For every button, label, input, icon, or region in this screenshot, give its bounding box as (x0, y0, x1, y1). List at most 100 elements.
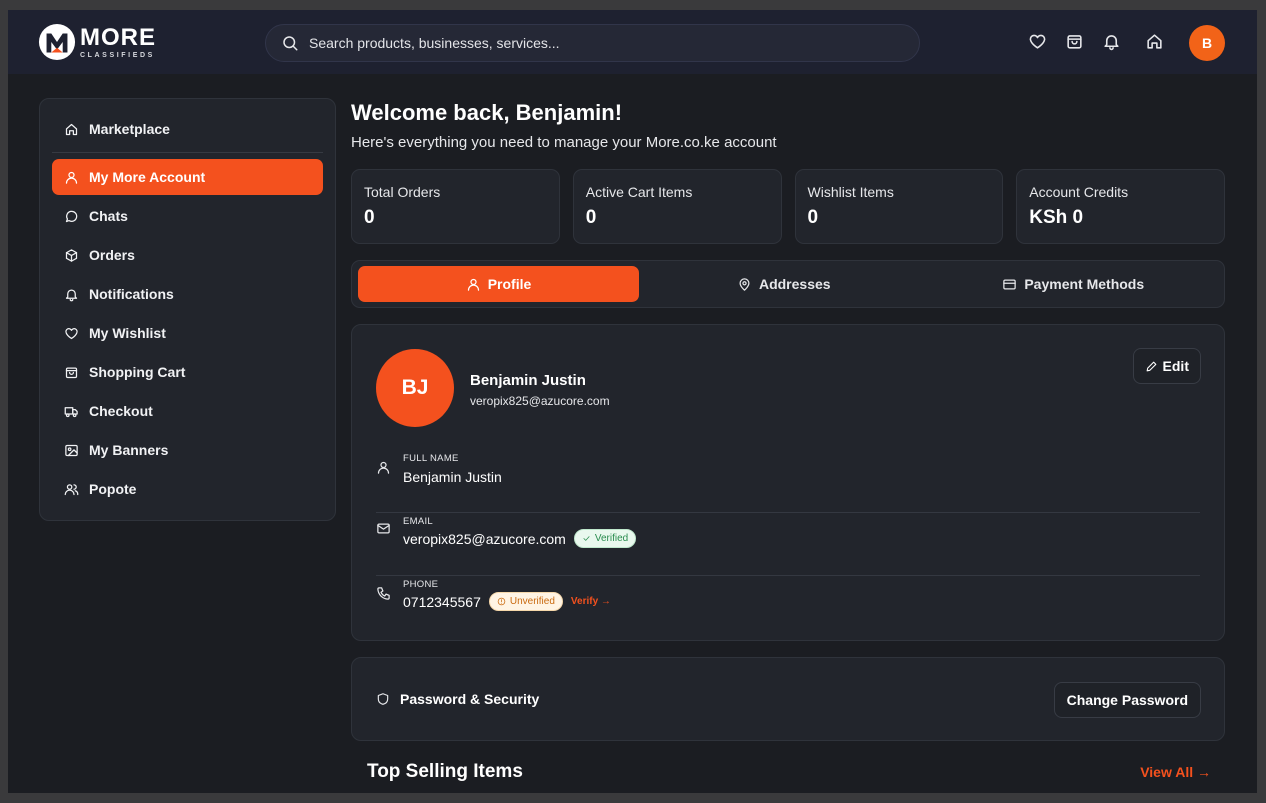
sidebar-item-marketplace[interactable]: Marketplace (52, 111, 323, 147)
sidebar-item-my-more-account[interactable]: My More Account (52, 159, 323, 195)
user-avatar-button[interactable]: B (1189, 25, 1225, 61)
stat-label: Wishlist Items (807, 184, 894, 200)
tab-label: Profile (487, 276, 532, 292)
sidebar-item-my-wishlist[interactable]: My Wishlist (52, 315, 323, 351)
credit-card-icon (1003, 279, 1017, 289)
notifications-button[interactable] (1102, 32, 1121, 51)
sidebar-item-label: My Wishlist (89, 325, 166, 341)
verified-badge: Verified (573, 529, 637, 548)
user-icon (467, 278, 479, 291)
profile-avatar: BJ (376, 349, 454, 427)
stat-label: Account Credits (1029, 184, 1129, 200)
stat-card-total-orders: Total Orders 0 (351, 169, 560, 244)
tab-payment-methods[interactable]: Payment Methods (929, 266, 1219, 302)
page-title: Welcome back, Benjamin! (351, 100, 623, 125)
field-email: EMAIL veropix825@azucore.com Verified (376, 513, 1200, 576)
field-label: FULL NAME (403, 453, 459, 464)
stat-value: 0 (585, 207, 597, 228)
wishlist-button[interactable] (1028, 32, 1047, 51)
pencil-icon (1146, 361, 1156, 371)
alert-circle-icon (497, 597, 506, 606)
unverified-badge: Unverified (488, 592, 563, 611)
view-all-link[interactable]: View All → (1140, 764, 1211, 780)
tab-profile[interactable]: Profile (358, 266, 639, 302)
sidebar-item-shopping-cart[interactable]: Shopping Cart (52, 354, 323, 390)
edit-profile-button[interactable]: Edit (1132, 348, 1201, 384)
chat-icon (65, 210, 78, 222)
sidebar-divider (52, 152, 323, 153)
stat-card-wishlist-items: Wishlist Items 0 (794, 169, 1004, 244)
top-bar: MORE CLASSIFIEDS B (8, 10, 1257, 74)
tab-addresses[interactable]: Addresses (639, 266, 929, 302)
email-value: veropix825@azucore.com (403, 530, 566, 547)
stats-row: Total Orders 0 Active Cart Items 0 Wishl… (351, 169, 1225, 244)
sidebar-item-label: My Banners (89, 442, 169, 458)
home-button[interactable] (1145, 32, 1164, 51)
bell-icon (65, 289, 78, 301)
brand-name: MORE (80, 23, 156, 51)
field-value: veropix825@azucore.com Verified (403, 529, 637, 548)
security-heading: Password & Security (376, 691, 539, 707)
stat-card-active-cart-items: Active Cart Items 0 (572, 169, 782, 244)
stat-label: Total Orders (364, 184, 441, 200)
verify-phone-link[interactable]: Verify → (571, 596, 611, 607)
top-selling-header: Top Selling Items View All → (351, 761, 1225, 783)
field-full-name: FULL NAME Benjamin Justin (376, 450, 1200, 513)
app-window: MORE CLASSIFIEDS B (8, 10, 1257, 793)
stat-value: KSh 0 (1029, 207, 1084, 228)
check-icon (583, 536, 590, 541)
truck-icon (64, 406, 78, 417)
field-label: EMAIL (403, 516, 434, 527)
field-phone: PHONE 0712345567 Unverified Verify → (376, 576, 1200, 639)
sidebar: Marketplace My More Account Chats Orders… (39, 98, 336, 521)
profile-card: BJ Benjamin Justin veropix825@azucore.co… (351, 324, 1225, 641)
badge-label: Verified (594, 533, 629, 544)
sidebar-item-checkout[interactable]: Checkout (52, 393, 323, 429)
profile-email: veropix825@azucore.com (470, 394, 610, 408)
sidebar-item-label: Checkout (89, 403, 153, 419)
user-icon (377, 461, 390, 474)
badge-label: Unverified (509, 596, 555, 607)
map-pin-icon (739, 277, 750, 291)
phone-value: 0712345567 (403, 593, 481, 610)
stat-value: 0 (364, 207, 375, 228)
sidebar-item-label: Chats (89, 208, 128, 224)
security-card: Password & Security Change Password (351, 657, 1225, 741)
mail-icon (377, 523, 390, 534)
field-value: Benjamin Justin (403, 469, 502, 485)
sidebar-item-label: My More Account (89, 169, 206, 185)
tab-label: Payment Methods (1024, 276, 1145, 292)
sidebar-item-popote[interactable]: Popote (52, 471, 323, 507)
bag-icon (65, 367, 78, 378)
search-input[interactable] (309, 35, 869, 51)
brand-logo[interactable]: MORE CLASSIFIEDS (38, 23, 156, 61)
sidebar-item-label: Notifications (89, 286, 174, 302)
stat-label: Active Cart Items (585, 184, 693, 200)
phone-icon (377, 587, 390, 600)
sidebar-item-label: Orders (89, 247, 135, 263)
sidebar-item-chats[interactable]: Chats (52, 198, 323, 234)
search-bar[interactable] (265, 24, 920, 62)
image-icon (65, 444, 78, 456)
users-icon (64, 483, 79, 495)
page-subtitle: Here's everything you need to manage you… (351, 134, 777, 151)
stat-value: 0 (807, 207, 819, 228)
sidebar-item-orders[interactable]: Orders (52, 237, 323, 273)
header-actions (1028, 32, 1164, 51)
home-icon (1147, 34, 1162, 49)
change-password-button[interactable]: Change Password (1053, 682, 1201, 718)
security-title: Password & Security (400, 691, 540, 707)
main-content: Welcome back, Benjamin! Here's everythin… (351, 98, 1225, 783)
logo-m-icon (38, 23, 76, 61)
cart-button[interactable] (1065, 32, 1084, 51)
heart-icon (1029, 34, 1046, 49)
heart-icon (65, 327, 78, 339)
sidebar-item-my-banners[interactable]: My Banners (52, 432, 323, 468)
sidebar-item-label: Marketplace (89, 121, 170, 137)
bag-icon (1067, 35, 1082, 49)
field-value: 0712345567 Unverified Verify → (403, 592, 611, 611)
sidebar-item-notifications[interactable]: Notifications (52, 276, 323, 312)
profile-name: Benjamin Justin (470, 372, 586, 389)
search-icon (283, 36, 298, 51)
edit-button-label: Edit (1162, 358, 1189, 374)
